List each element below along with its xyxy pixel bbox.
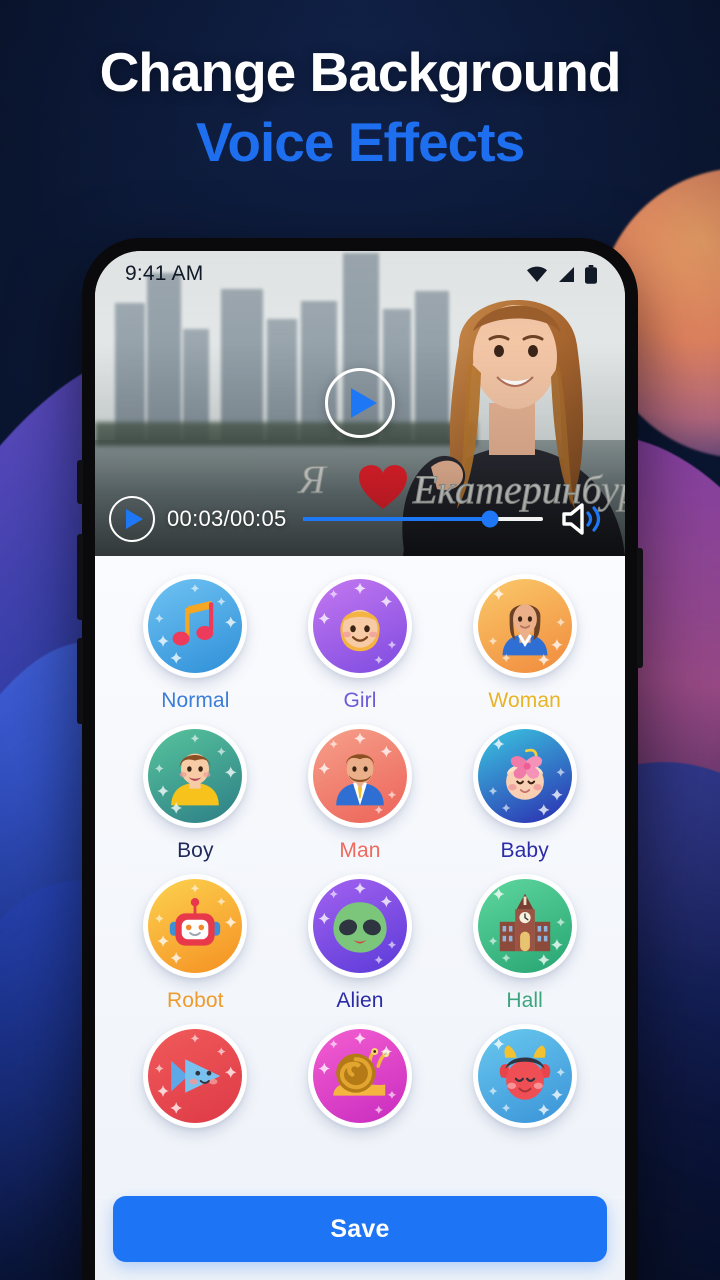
voice-effect-bubble[interactable]	[307, 1024, 412, 1128]
voice-effect-man[interactable]: Man	[278, 724, 443, 863]
voice-effect-bubble[interactable]	[307, 574, 412, 678]
devil-face-icon	[477, 1029, 572, 1123]
snail-icon	[312, 1029, 407, 1123]
status-icons	[526, 264, 597, 284]
timecode-label: 00:03/00:05	[167, 506, 287, 531]
voice-effects-grid: Normal Girl Woman Boy Man Baby Robot Ali…	[113, 574, 607, 1139]
seek-handle[interactable]	[481, 510, 499, 528]
save-button[interactable]: Save	[113, 1196, 607, 1262]
phone-power-button[interactable]	[637, 548, 643, 668]
voice-effect-devil[interactable]	[442, 1024, 607, 1139]
voice-effect-bubble[interactable]	[307, 874, 412, 978]
seek-bar[interactable]	[302, 508, 543, 530]
voice-effect-label: Normal	[161, 689, 230, 712]
voice-effect-bubble[interactable]	[472, 724, 577, 828]
voice-effect-bubble[interactable]	[472, 874, 577, 978]
voice-effect-fast[interactable]	[113, 1024, 278, 1139]
voice-effect-normal[interactable]: Normal	[113, 574, 278, 713]
cellular-signal-icon	[559, 266, 574, 282]
save-button-container: Save	[113, 1196, 607, 1262]
speaker-volume-icon[interactable]	[559, 502, 603, 536]
boy-icon	[148, 729, 243, 823]
voice-effect-label: Boy	[177, 839, 214, 862]
voice-effect-alien[interactable]: Alien	[278, 874, 443, 1013]
video-player-controls: 00:03/00:05	[95, 482, 625, 556]
voice-effect-girl[interactable]: Girl	[278, 574, 443, 713]
music-notes-icon	[148, 579, 243, 673]
baby-icon	[477, 729, 572, 823]
headline-line-2: Voice Effects	[195, 110, 525, 173]
voice-effects-panel: Normal Girl Woman Boy Man Baby Robot Ali…	[95, 556, 625, 1280]
robot-icon	[148, 879, 243, 973]
voice-effect-hall[interactable]: Hall	[442, 874, 607, 1013]
voice-effect-label: Baby	[500, 839, 549, 862]
panel-bottom-filler	[95, 1262, 625, 1280]
voice-effect-baby[interactable]: Baby	[442, 724, 607, 863]
girl-face-icon	[312, 579, 407, 673]
status-time: 9:41 AM	[125, 262, 204, 285]
voice-effect-label: Hall	[506, 989, 543, 1012]
voice-effect-robot[interactable]: Robot	[113, 874, 278, 1013]
play-icon	[126, 509, 143, 529]
phone-silent-switch[interactable]	[77, 460, 83, 504]
voice-effect-label: Girl	[343, 689, 377, 712]
phone-volume-down-button[interactable]	[77, 638, 83, 724]
voice-effect-bubble[interactable]	[143, 874, 248, 978]
voice-effect-label: Alien	[336, 989, 384, 1012]
voice-effect-bubble[interactable]	[143, 724, 248, 828]
voice-effect-bubble[interactable]	[143, 574, 248, 678]
seek-fill	[302, 517, 491, 521]
voice-effect-label: Robot	[167, 989, 224, 1012]
play-triangle	[350, 388, 377, 418]
phone-mockup: Я Екатеринбург 00:03/00:05	[77, 238, 643, 1280]
headline-line-1: Change Background	[99, 41, 622, 103]
fast-forward-icon	[148, 1029, 243, 1123]
voice-effect-bubble[interactable]	[307, 724, 412, 828]
wifi-icon	[527, 266, 547, 282]
voice-effect-bubble[interactable]	[472, 574, 577, 678]
town-hall-icon	[477, 879, 572, 973]
woman-icon	[477, 579, 572, 673]
voice-effect-label: Man	[339, 839, 381, 862]
battery-icon	[585, 264, 597, 284]
play-icon[interactable]	[325, 368, 395, 438]
voice-effect-slow[interactable]	[278, 1024, 443, 1139]
promo-headline: Change Background Voice Effects	[0, 41, 720, 173]
man-icon	[312, 729, 407, 823]
status-bar: 9:41 AM	[95, 251, 625, 297]
alien-icon	[312, 879, 407, 973]
voice-effect-label: Woman	[488, 689, 561, 712]
phone-screen: Я Екатеринбург 00:03/00:05	[95, 251, 625, 1280]
voice-effect-boy[interactable]: Boy	[113, 724, 278, 863]
voice-effect-woman[interactable]: Woman	[442, 574, 607, 713]
voice-effect-bubble[interactable]	[472, 1024, 577, 1128]
phone-volume-up-button[interactable]	[77, 534, 83, 620]
voice-effect-bubble[interactable]	[143, 1024, 248, 1128]
play-button[interactable]	[109, 496, 155, 542]
